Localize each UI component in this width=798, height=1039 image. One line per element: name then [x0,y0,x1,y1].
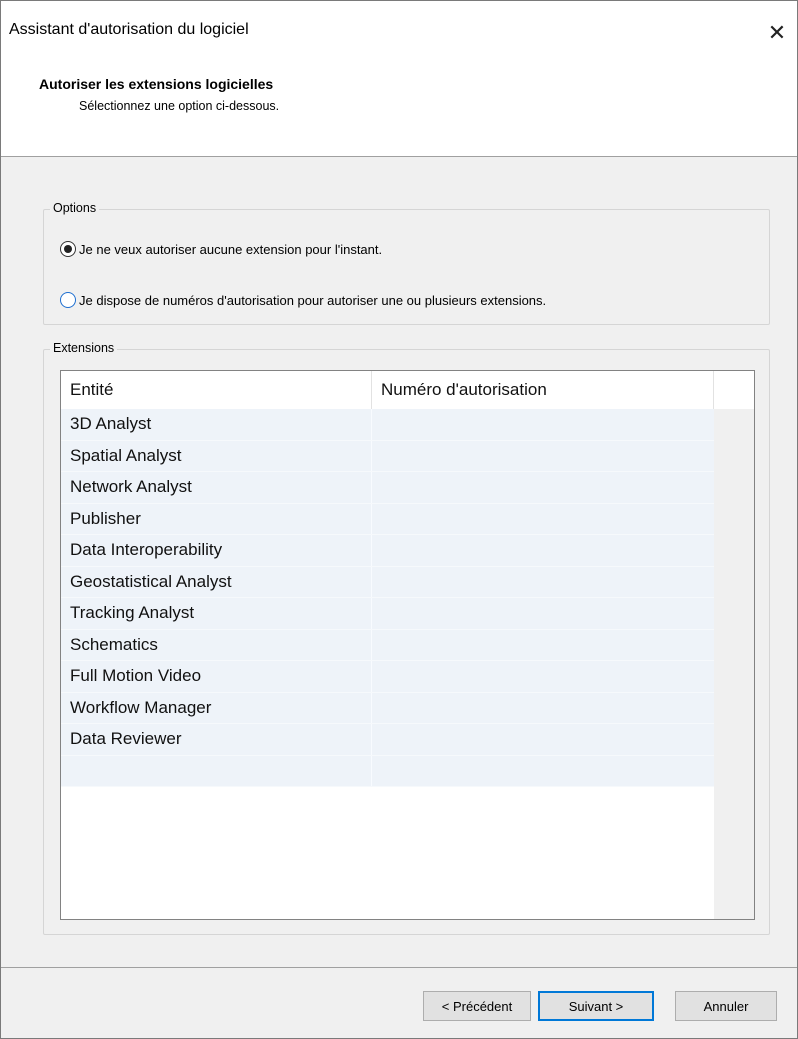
next-button[interactable]: Suivant > [538,991,654,1021]
window-title: Assistant d'autorisation du logiciel [9,21,249,38]
table-row[interactable]: Network Analyst [61,472,714,504]
entity-cell: Tracking Analyst [61,598,372,629]
page-title: Autoriser les extensions logicielles [39,76,274,92]
radio-numbers[interactable] [60,292,76,308]
extensions-group: Extensions Entité Numéro d'autorisation … [43,341,770,935]
extensions-group-label: Extensions [50,341,118,355]
radio-row-none[interactable]: Je ne veux autoriser aucune extension po… [60,241,382,257]
radio-none-label[interactable]: Je ne veux autoriser aucune extension po… [79,242,382,257]
number-cell[interactable] [372,598,714,629]
number-cell[interactable] [372,756,714,787]
title-bar: Assistant d'autorisation du logiciel ✕ [1,1,797,65]
list-filler-column [714,409,754,919]
close-icon[interactable]: ✕ [757,13,797,53]
number-cell[interactable] [372,472,714,503]
wizard-header: Autoriser les extensions logicielles Sél… [1,65,797,157]
table-row[interactable]: Data Reviewer [61,724,714,756]
number-cell[interactable] [372,630,714,661]
entity-cell: Publisher [61,503,372,534]
table-row[interactable]: Full Motion Video [61,661,714,693]
table-row[interactable]: Schematics [61,629,714,661]
entity-cell: Schematics [61,629,372,660]
entity-cell: 3D Analyst [61,409,372,440]
number-cell[interactable] [372,409,714,440]
options-group-label: Options [50,201,100,215]
number-cell[interactable] [372,441,714,472]
entity-cell: Workflow Manager [61,692,372,723]
cancel-button[interactable]: Annuler [675,991,777,1021]
authorization-wizard-window: Assistant d'autorisation du logiciel ✕ A… [0,0,798,1039]
entity-cell: Network Analyst [61,472,372,503]
radio-row-numbers[interactable]: Je dispose de numéros d'autorisation pou… [60,292,546,308]
list-header: Entité Numéro d'autorisation [61,371,754,409]
number-cell[interactable] [372,567,714,598]
table-row[interactable]: Publisher [61,503,714,535]
number-cell[interactable] [372,661,714,692]
extensions-list[interactable]: Entité Numéro d'autorisation 3D Analyst … [60,370,755,920]
list-body: 3D Analyst Spatial Analyst Network Analy… [61,409,754,787]
column-header-number[interactable]: Numéro d'autorisation [372,371,714,409]
column-header-filler [714,371,754,409]
entity-cell: Data Reviewer [61,724,372,755]
entity-cell: Spatial Analyst [61,440,372,471]
column-header-entity[interactable]: Entité [61,371,372,409]
number-cell[interactable] [372,724,714,755]
number-cell[interactable] [372,504,714,535]
entity-cell: Data Interoperability [61,535,372,566]
number-cell[interactable] [372,693,714,724]
table-row[interactable] [61,755,714,787]
footer-separator [1,967,797,968]
table-row[interactable]: 3D Analyst [61,409,714,441]
table-row[interactable]: Geostatistical Analyst [61,566,714,598]
previous-button[interactable]: < Précédent [423,991,531,1021]
page-subtitle: Sélectionnez une option ci-dessous. [79,99,280,113]
number-cell[interactable] [372,535,714,566]
table-row[interactable]: Workflow Manager [61,692,714,724]
entity-cell [61,755,372,786]
entity-cell: Full Motion Video [61,661,372,692]
options-group: Options Je ne veux autoriser aucune exte… [43,201,770,325]
radio-numbers-label[interactable]: Je dispose de numéros d'autorisation pou… [79,293,546,308]
entity-cell: Geostatistical Analyst [61,566,372,597]
table-row[interactable]: Data Interoperability [61,535,714,567]
radio-none[interactable] [60,241,76,257]
table-row[interactable]: Spatial Analyst [61,440,714,472]
table-row[interactable]: Tracking Analyst [61,598,714,630]
